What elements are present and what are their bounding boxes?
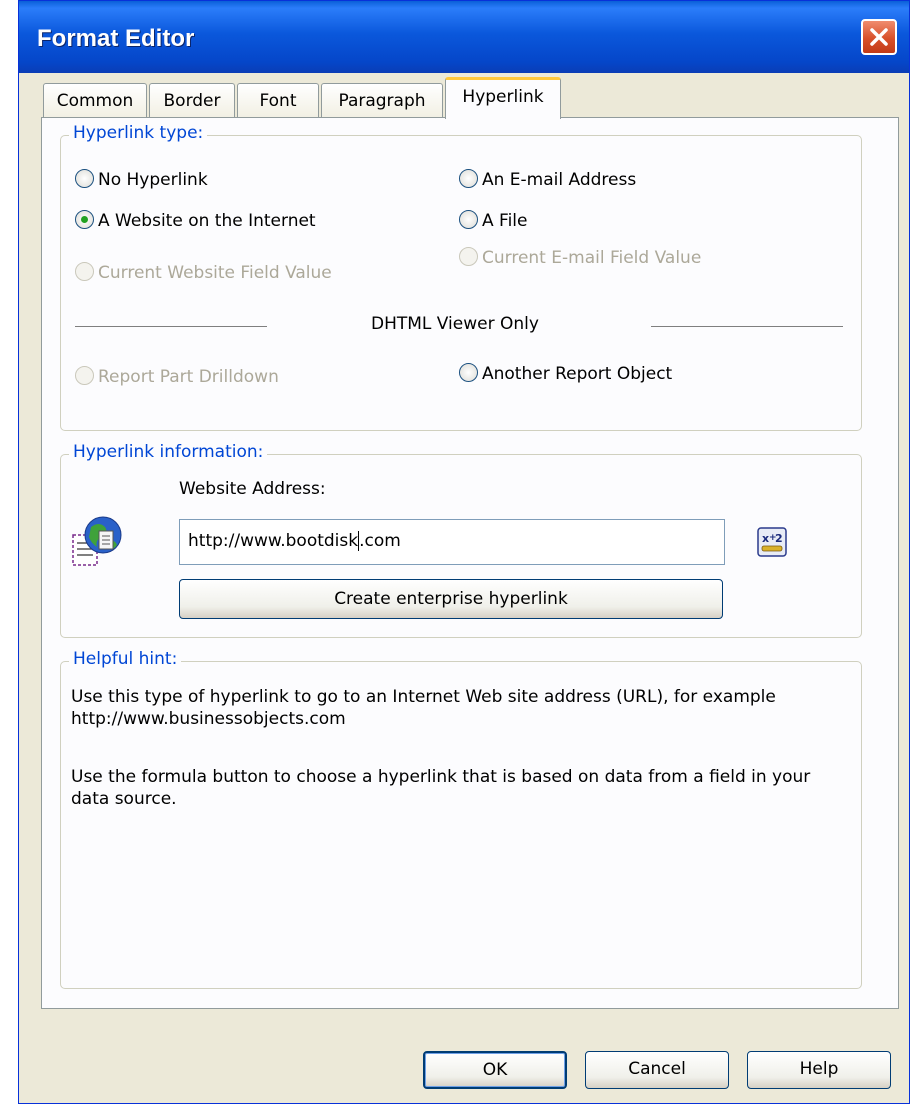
window-title: Format Editor: [37, 25, 195, 52]
radio-email[interactable]: An E-mail Address: [459, 168, 636, 192]
radio-circle: [459, 168, 478, 188]
format-editor-dialog: Format Editor Common Border Font Paragra…: [18, 0, 910, 1104]
globe-document-icon: [71, 513, 123, 573]
radio-label: A File: [482, 211, 528, 231]
website-address-label: Website Address:: [179, 479, 326, 499]
help-button[interactable]: Help: [747, 1051, 891, 1089]
radio-circle: [459, 246, 478, 266]
divider-left: [75, 326, 267, 327]
tab-font[interactable]: Font: [237, 83, 319, 119]
radio-current-email-field[interactable]: Current E-mail Field Value: [459, 246, 701, 270]
radio-label: Current E-mail Field Value: [482, 248, 702, 268]
radio-circle: [75, 365, 94, 385]
hint-paragraph-1: Use this type of hyperlink to go to an I…: [71, 687, 776, 729]
divider-right: [651, 326, 843, 327]
radio-circle: [75, 168, 94, 188]
tab-common[interactable]: Common: [43, 83, 147, 119]
dhtml-viewer-only-label: DHTML Viewer Only: [371, 314, 539, 334]
ok-button[interactable]: OK: [423, 1051, 567, 1089]
website-address-input[interactable]: http://www.bootdisk.com: [179, 519, 725, 565]
hyperlink-tab-panel: Hyperlink type: No Hyperlink A Website o…: [41, 117, 899, 1009]
title-bar[interactable]: Format Editor: [19, 1, 909, 73]
radio-circle: [459, 209, 478, 229]
radio-circle: [75, 261, 94, 281]
tab-border[interactable]: Border: [149, 83, 235, 119]
radio-circle-selected: [75, 209, 94, 229]
hyperlink-type-title: Hyperlink type:: [69, 123, 208, 143]
cancel-button[interactable]: Cancel: [585, 1051, 729, 1089]
tab-paragraph[interactable]: Paragraph: [321, 83, 443, 119]
radio-label: Another Report Object: [482, 364, 673, 384]
radio-current-website-field[interactable]: Current Website Field Value: [75, 261, 332, 285]
radio-website[interactable]: A Website on the Internet: [75, 209, 316, 233]
radio-label: Report Part Drilldown: [98, 367, 279, 387]
close-button[interactable]: [861, 19, 897, 55]
radio-label: A Website on the Internet: [98, 211, 316, 231]
formula-x2-icon[interactable]: x + 2: [757, 527, 787, 557]
hyperlink-information-title: Hyperlink information:: [69, 442, 268, 462]
radio-label: No Hyperlink: [98, 170, 208, 190]
radio-file[interactable]: A File: [459, 209, 527, 233]
radio-label: An E-mail Address: [482, 170, 637, 190]
hyperlink-information-group: Hyperlink information: Website Address:: [60, 442, 862, 638]
helpful-hint-group: Helpful hint: Use this type of hyperlink…: [60, 649, 862, 989]
radio-report-part-drilldown[interactable]: Report Part Drilldown: [75, 365, 279, 389]
tab-hyperlink[interactable]: Hyperlink: [445, 77, 561, 119]
radio-circle: [459, 362, 478, 382]
radio-label: Current Website Field Value: [98, 263, 332, 283]
address-text-before-caret: http://www.bootdisk: [188, 531, 359, 551]
address-text-after-caret: .com: [359, 531, 401, 551]
hyperlink-type-group: Hyperlink type: No Hyperlink A Website o…: [60, 123, 862, 431]
hint-paragraph-2: Use the formula button to choose a hyper…: [71, 767, 811, 809]
svg-text:2: 2: [775, 532, 783, 545]
helpful-hint-title: Helpful hint:: [69, 649, 182, 669]
create-enterprise-hyperlink-button[interactable]: Create enterprise hyperlink: [179, 579, 723, 619]
radio-another-report-object[interactable]: Another Report Object: [459, 362, 672, 386]
radio-no-hyperlink[interactable]: No Hyperlink: [75, 168, 208, 192]
close-icon: [870, 28, 888, 46]
